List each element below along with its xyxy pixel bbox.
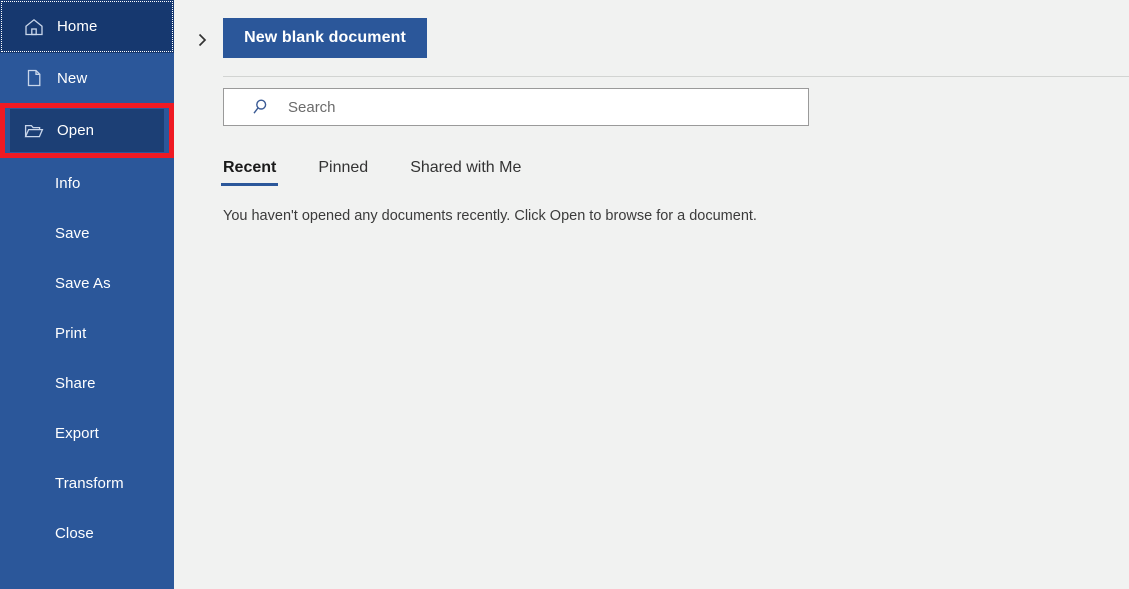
header-divider (223, 76, 1129, 77)
document-tabs: Recent Pinned Shared with Me (221, 155, 561, 189)
tab-recent[interactable]: Recent (221, 155, 279, 189)
sidebar-item-label: Save (55, 224, 90, 242)
sidebar-item-home[interactable]: Home (0, 0, 174, 53)
sidebar-item-label: New (57, 69, 88, 87)
sidebar-item-new[interactable]: New (0, 53, 174, 103)
sidebar-item-info[interactable]: Info (0, 158, 174, 208)
main-content: New blank document Recent Pinned Shared … (174, 0, 1129, 589)
sidebar-item-export[interactable]: Export (0, 408, 174, 458)
sidebar-item-label: Info (55, 174, 81, 192)
sidebar-item-close[interactable]: Close (0, 508, 174, 558)
folder-open-icon (23, 120, 45, 142)
tab-pinned[interactable]: Pinned (316, 155, 370, 189)
sidebar-item-label: Export (55, 424, 99, 442)
sidebar: Home New Open Info Save Save As Print Sh… (0, 0, 174, 589)
search-input[interactable] (278, 89, 808, 125)
sidebar-item-save[interactable]: Save (0, 208, 174, 258)
search-box[interactable] (223, 88, 809, 126)
sidebar-item-label: Transform (55, 474, 124, 492)
new-blank-document-button[interactable]: New blank document (223, 18, 427, 58)
sidebar-item-transform[interactable]: Transform (0, 458, 174, 508)
sidebar-item-label: Open (57, 122, 95, 139)
sidebar-item-open[interactable]: Open (10, 109, 164, 152)
search-icon (242, 97, 278, 117)
backstage-view: Home New Open Info Save Save As Print Sh… (0, 0, 1129, 589)
sidebar-item-share[interactable]: Share (0, 358, 174, 408)
sidebar-item-print[interactable]: Print (0, 308, 174, 358)
home-icon (23, 16, 45, 38)
sidebar-item-label: Share (55, 374, 96, 392)
tab-shared-with-me[interactable]: Shared with Me (408, 155, 523, 189)
chevron-right-icon[interactable] (188, 26, 216, 54)
empty-state-message: You haven't opened any documents recentl… (223, 208, 757, 224)
sidebar-item-label: Close (55, 524, 94, 542)
sidebar-item-label: Home (57, 18, 98, 35)
sidebar-item-label: Save As (55, 274, 111, 292)
document-icon (23, 67, 45, 89)
sidebar-item-label: Print (55, 324, 87, 342)
sidebar-item-save-as[interactable]: Save As (0, 258, 174, 308)
